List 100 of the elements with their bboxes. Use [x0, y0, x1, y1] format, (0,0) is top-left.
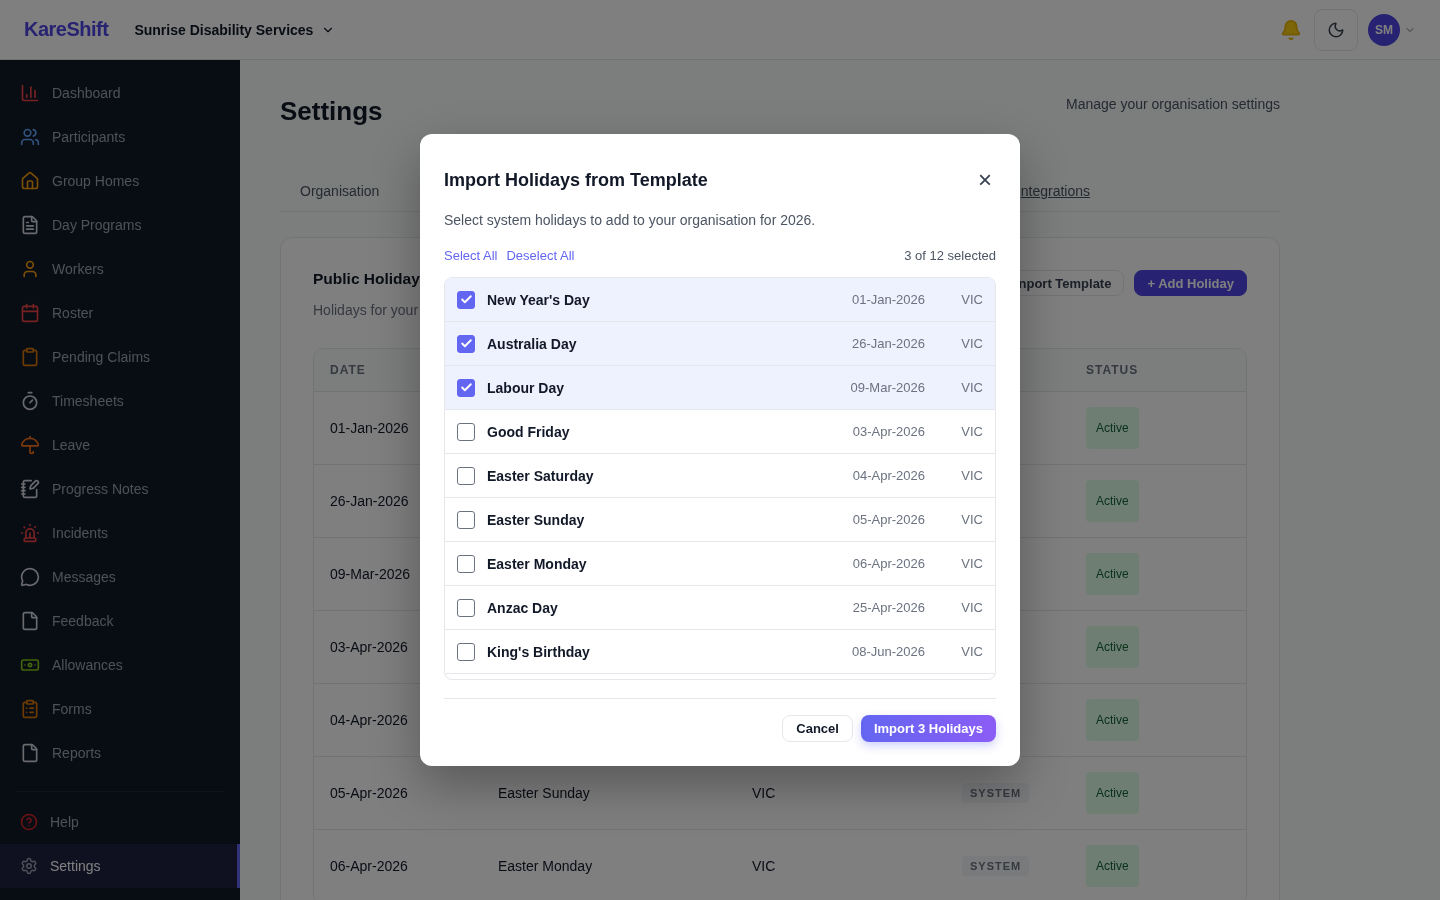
page-title: Settings [280, 96, 383, 127]
table-cell: Easter Monday [498, 858, 593, 874]
holiday-date: 25-Apr-2026 [852, 600, 925, 615]
dialog-title: Import Holidays from Template [444, 169, 708, 191]
sidebar-item[interactable]: Help [0, 800, 240, 844]
settings-tab[interactable]: Organisation [300, 183, 380, 199]
settings-tab[interactable]: ntegrations [1020, 183, 1090, 199]
checkbox[interactable] [457, 422, 475, 441]
import-button[interactable]: Import 3 Holidays [860, 715, 996, 742]
settings-icon [20, 857, 38, 875]
logo: KareShift [24, 18, 109, 41]
file-icon [20, 611, 40, 631]
timer-icon [20, 391, 40, 411]
sidebar-item[interactable]: Feedback [0, 599, 240, 643]
checkbox[interactable] [457, 378, 475, 397]
holiday-state: VIC [960, 512, 983, 527]
column-header: DATE [330, 363, 367, 377]
sidebar-item[interactable]: Day Programs [0, 203, 240, 247]
holiday-state: VIC [960, 380, 983, 395]
card-subtitle: Holidays for your [313, 302, 420, 318]
holiday-date: 05-Apr-2026 [852, 512, 925, 527]
message-icon [20, 567, 40, 587]
sidebar-item[interactable]: Incidents [0, 511, 240, 555]
table-cell: 05-Apr-2026 [330, 785, 408, 801]
sidebar-item[interactable]: Timesheets [0, 379, 240, 423]
holiday-date: 01-Jan-2026 [852, 292, 925, 307]
sidebar-item[interactable]: Forms [0, 687, 240, 731]
checkbox[interactable] [457, 466, 475, 485]
status-badge: Active [1086, 626, 1139, 668]
holiday-state: VIC [960, 556, 983, 571]
chart-icon [20, 83, 40, 103]
sidebar-item[interactable]: Leave [0, 423, 240, 467]
holiday-name: Easter Saturday [487, 467, 594, 484]
umbrella-icon [20, 435, 40, 455]
status-badge: Active [1086, 845, 1139, 887]
house-icon [20, 171, 40, 191]
card-title: Public Holiday [313, 270, 420, 288]
sidebar-item[interactable]: Group Homes [0, 159, 240, 203]
check-icon [459, 293, 473, 306]
table-cell: 03-Apr-2026 [330, 639, 408, 655]
status-badge: Active [1086, 772, 1139, 814]
sidebar-item[interactable]: Reports [0, 731, 240, 775]
holiday-row[interactable]: Labour Day 09-Mar-2026 VIC [445, 366, 995, 410]
clipboard-icon [20, 699, 40, 719]
sidebar-item[interactable]: Roster [0, 291, 240, 335]
sidebar-item[interactable]: Participants [0, 115, 240, 159]
close-button[interactable]: × [974, 168, 996, 192]
theme-toggle-button[interactable] [1314, 8, 1358, 51]
organisation-selector[interactable]: Sunrise Disability Services [130, 17, 340, 42]
siren-icon [20, 523, 40, 543]
checkbox[interactable] [457, 598, 475, 617]
sidebar-item[interactable]: Pending Claims [0, 335, 240, 379]
dialog-description: Select system holidays to add to your organisation for 2026. [444, 212, 817, 228]
check-icon [459, 337, 473, 350]
calendar-icon [20, 303, 40, 323]
checkbox[interactable] [457, 334, 475, 353]
holiday-state: VIC [960, 468, 983, 483]
sidebar-item[interactable]: Settings [0, 844, 240, 888]
status-badge: Active [1086, 407, 1139, 449]
help-icon [20, 813, 38, 831]
table-cell: VIC [752, 785, 776, 801]
users-icon [20, 127, 40, 147]
holiday-date: 26-Jan-2026 [852, 336, 925, 351]
add-holiday-button[interactable]: + Add Holiday [1134, 270, 1247, 296]
holiday-date: 09-Mar-2026 [850, 380, 925, 395]
holiday-name: Easter Sunday [487, 511, 585, 528]
holiday-row[interactable]: New Year's Day 01-Jan-2026 VIC [445, 278, 995, 322]
holiday-name: Labour Day [487, 379, 564, 396]
sidebar-item[interactable]: Allowances [0, 643, 240, 687]
cancel-button[interactable]: Cancel [782, 715, 853, 742]
holiday-name: King's Birthday [487, 643, 590, 660]
notebook-icon [20, 479, 40, 499]
holiday-date: 06-Apr-2026 [852, 556, 925, 571]
type-badge: SYSTEM [962, 856, 1030, 876]
holiday-date: 03-Apr-2026 [852, 424, 925, 439]
table-cell: 06-Apr-2026 [330, 858, 408, 874]
select-all-link[interactable]: Select All [444, 248, 498, 263]
checkbox[interactable] [457, 554, 475, 573]
sidebar-item[interactable]: Progress Notes [0, 467, 240, 511]
checkbox[interactable] [457, 642, 475, 661]
holiday-name: New Year's Day [487, 291, 590, 308]
holiday-state: VIC [960, 292, 983, 307]
selection-count: 3 of 12 selected [904, 248, 996, 263]
checkbox[interactable] [457, 290, 475, 309]
clipboard-icon [20, 347, 40, 367]
holiday-name: Good Friday [487, 423, 570, 440]
check-icon [459, 381, 473, 394]
sidebar-item[interactable]: Dashboard [0, 71, 240, 115]
sidebar-item[interactable]: Messages [0, 555, 240, 599]
status-badge: Active [1086, 553, 1139, 595]
holiday-name: Australia Day [487, 335, 577, 352]
page-subtitle: Manage your organisation settings [1065, 96, 1280, 112]
table-cell: VIC [752, 858, 776, 874]
checkbox[interactable] [457, 510, 475, 529]
holiday-date: 04-Apr-2026 [852, 468, 925, 483]
sidebar-item[interactable]: Workers [0, 247, 240, 291]
holiday-row[interactable]: Australia Day 26-Jan-2026 VIC [445, 322, 995, 366]
document-icon [20, 215, 40, 235]
deselect-all-link[interactable]: Deselect All [506, 248, 575, 263]
table-cell: 09-Mar-2026 [330, 566, 411, 582]
